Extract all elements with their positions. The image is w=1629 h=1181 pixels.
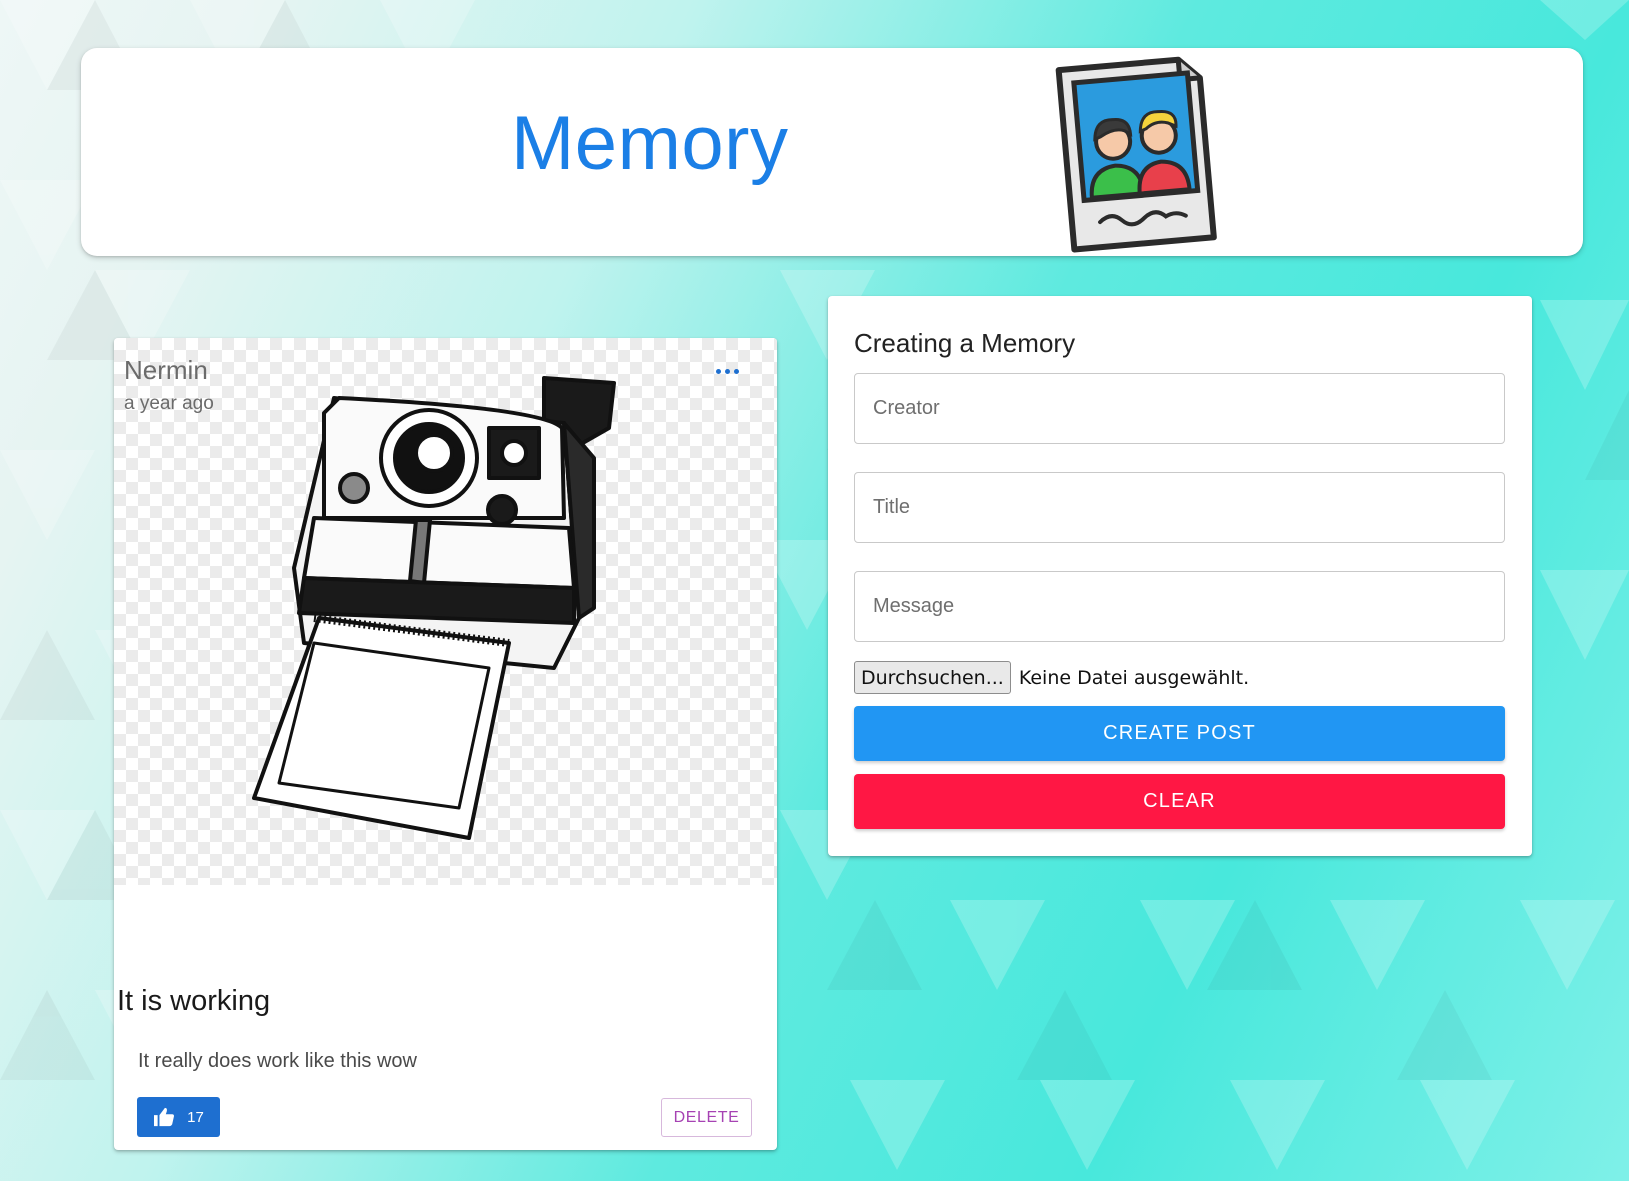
delete-button[interactable]: DELETE xyxy=(661,1098,752,1137)
like-button[interactable]: 17 xyxy=(137,1097,220,1137)
app-header: Memory xyxy=(81,48,1583,256)
post-message: It really does work like this wow xyxy=(138,1050,417,1072)
file-browse-button[interactable]: Durchsuchen... xyxy=(854,661,1011,694)
like-count: 17 xyxy=(187,1108,204,1126)
app-title: Memory xyxy=(511,101,789,186)
create-post-button[interactable]: CREATE POST xyxy=(854,706,1505,761)
message-input[interactable] xyxy=(854,571,1505,642)
dot xyxy=(715,368,721,374)
form-heading: Creating a Memory xyxy=(854,328,1076,358)
create-memory-form: Creating a Memory Durchsuchen... Keine D… xyxy=(828,296,1532,856)
file-upload: Durchsuchen... Keine Datei ausgewählt. xyxy=(854,661,1249,694)
more-horizontal-icon[interactable] xyxy=(710,356,744,386)
post-title: It is working xyxy=(117,985,271,1017)
polaroid-camera-icon xyxy=(252,376,616,840)
post-card: Nermin a year ago It is working It reall… xyxy=(114,338,777,1150)
thumb-up-icon xyxy=(154,1107,175,1127)
post-creator: Nermin xyxy=(124,355,208,385)
file-status: Keine Datei ausgewählt. xyxy=(1018,666,1250,689)
creator-input[interactable] xyxy=(854,373,1505,444)
polaroid-photo-icon xyxy=(1055,56,1217,253)
post-timestamp: a year ago xyxy=(124,393,214,414)
dot xyxy=(733,368,739,374)
post-image xyxy=(114,338,777,885)
title-input[interactable] xyxy=(854,472,1505,543)
clear-button[interactable]: CLEAR xyxy=(854,774,1505,829)
dot xyxy=(724,368,730,374)
